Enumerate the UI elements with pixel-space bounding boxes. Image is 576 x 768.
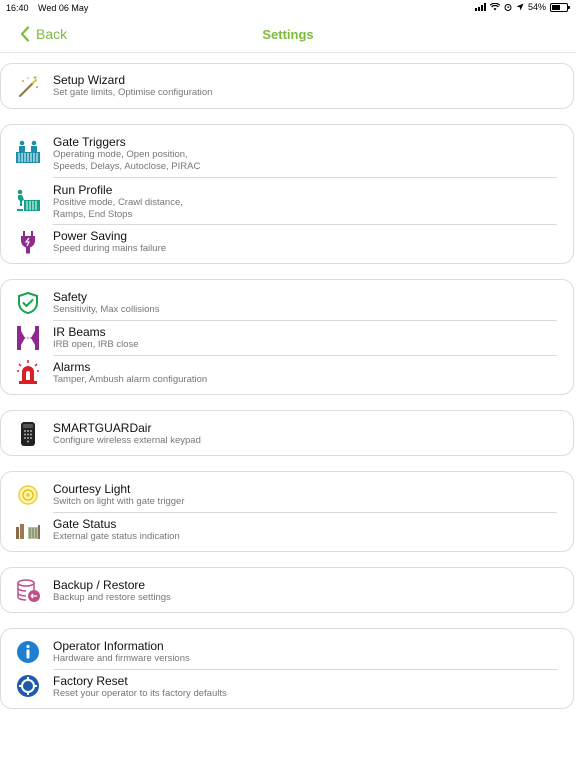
courtesy-light-subtitle: Switch on light with gate trigger [53, 496, 185, 507]
settings-group-keypad: SMARTGUARDair Configure wireless externa… [0, 410, 574, 456]
setup-wizard-title: Setup Wizard [53, 73, 126, 87]
gate-status-row[interactable]: Gate Status External gate status indicat… [1, 513, 573, 553]
ir-beams-title: IR Beams [53, 325, 106, 339]
siren-icon [15, 359, 41, 385]
run-profile-title: Run Profile [53, 183, 113, 197]
settings-group-lighting: Courtesy Light Switch on light with gate… [0, 471, 574, 552]
factory-reset-title: Factory Reset [53, 674, 128, 688]
backup-restore-title: Backup / Restore [53, 578, 146, 592]
gate-status-subtitle: External gate status indication [53, 531, 180, 542]
factory-reset-row[interactable]: Factory Reset Reset your operator to its… [1, 670, 573, 710]
setup-wizard-subtitle: Set gate limits, Optimise configuration [53, 87, 213, 98]
location-arrow-icon [516, 3, 524, 11]
alarms-row[interactable]: Alarms Tamper, Ambush alarm configuratio… [1, 356, 573, 396]
settings-group-operator: Operator Information Hardware and firmwa… [0, 628, 574, 709]
setup-wizard-row[interactable]: Setup Wizard Set gate limits, Optimise c… [1, 64, 573, 110]
power-saving-title: Power Saving [53, 229, 128, 243]
operator-information-subtitle: Hardware and firmware versions [53, 653, 190, 664]
battery-fill [552, 4, 560, 10]
run-profile-row[interactable]: Run Profile Positive mode, Crawl distanc… [1, 178, 573, 224]
gate-triggers-subtitle: Operating mode, Open position, Speeds, D… [53, 149, 201, 172]
alarms-subtitle: Tamper, Ambush alarm configuration [53, 374, 208, 385]
backup-restore-subtitle: Backup and restore settings [53, 592, 171, 603]
power-saving-row[interactable]: Power Saving Speed during mains failure [1, 225, 573, 265]
run-profile-icon [15, 188, 41, 214]
smartguardair-title: SMARTGUARDair [53, 421, 152, 435]
light-bulb-icon [15, 482, 41, 508]
ir-beams-row[interactable]: IR Beams IRB open, IRB close [1, 321, 573, 355]
settings-group-setup: Setup Wizard Set gate limits, Optimise c… [0, 63, 574, 109]
courtesy-light-row[interactable]: Courtesy Light Switch on light with gate… [1, 472, 573, 512]
ir-beams-subtitle: IRB open, IRB close [53, 339, 139, 350]
factory-reset-subtitle: Reset your operator to its factory defau… [53, 688, 227, 699]
safety-title: Safety [53, 290, 88, 304]
database-restore-icon [15, 578, 41, 604]
keypad-icon [15, 421, 41, 447]
gate-triggers-row[interactable]: Gate Triggers Operating mode, Open posit… [1, 125, 573, 177]
gate-triggers-icon [15, 139, 41, 165]
reset-icon [15, 673, 41, 699]
battery-icon [550, 2, 570, 12]
ir-beams-icon [15, 325, 41, 351]
gate-triggers-title: Gate Triggers [53, 135, 126, 149]
power-plug-icon [15, 229, 41, 255]
smartguardair-row[interactable]: SMARTGUARDair Configure wireless externa… [1, 411, 573, 457]
run-profile-subtitle: Positive mode, Crawl distance, Ramps, En… [53, 197, 183, 220]
operator-information-title: Operator Information [53, 639, 164, 653]
operator-information-row[interactable]: Operator Information Hardware and firmwa… [1, 629, 573, 669]
battery-percent: 54% [527, 2, 546, 12]
settings-group-safety: Safety Sensitivity, Max collisions IR Be… [0, 279, 574, 395]
gate-status-title: Gate Status [53, 517, 117, 531]
alarms-title: Alarms [53, 360, 91, 374]
courtesy-light-title: Courtesy Light [53, 482, 131, 496]
status-bar: 16:40 Wed 06 May 54% [0, 0, 576, 16]
alarm-clock-icon [504, 4, 512, 11]
smartguardair-subtitle: Configure wireless external keypad [53, 435, 201, 446]
status-indicators: 54% [474, 2, 570, 12]
navigation-bar: Back Settings [0, 18, 576, 53]
safety-subtitle: Sensitivity, Max collisions [53, 304, 160, 315]
gate-status-icon [15, 518, 41, 544]
settings-group-operation: Gate Triggers Operating mode, Open posit… [0, 124, 574, 264]
magic-wand-icon [15, 74, 41, 100]
status-date: Wed 06 May [38, 3, 89, 13]
info-icon [15, 639, 41, 665]
page-title: Settings [262, 27, 314, 42]
shield-check-icon [15, 290, 41, 316]
safety-row[interactable]: Safety Sensitivity, Max collisions [1, 280, 573, 320]
backup-restore-row[interactable]: Backup / Restore Backup and restore sett… [1, 568, 573, 614]
power-saving-subtitle: Speed during mains failure [53, 243, 167, 254]
wifi-icon [489, 3, 500, 11]
status-time: 16:40 [6, 3, 29, 13]
cellular-signal-icon [474, 3, 486, 11]
settings-group-backup: Backup / Restore Backup and restore sett… [0, 567, 574, 613]
